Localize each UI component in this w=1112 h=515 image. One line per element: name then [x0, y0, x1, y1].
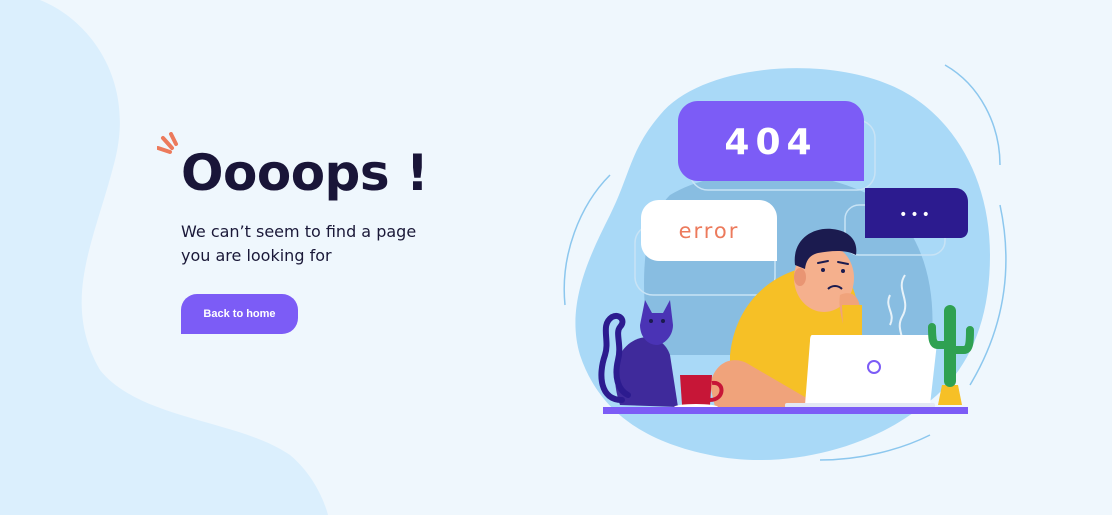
- typing-bubble-text: •••: [899, 207, 933, 223]
- typing-bubble: •••: [865, 188, 968, 238]
- code-bubble-text: 404: [724, 122, 817, 163]
- page-title: Oooops !: [181, 144, 429, 202]
- error-message: We can’t seem to find a page you are loo…: [181, 222, 417, 265]
- code-bubble: 404: [678, 101, 864, 181]
- hero-section: Oooops ! We can’t seem to find a page yo…: [157, 132, 511, 334]
- error-bubble: error: [641, 200, 777, 261]
- error-illustration: 404 error •••: [563, 64, 1007, 461]
- burst-icon: [157, 132, 178, 154]
- headline-wrap: Oooops !: [157, 132, 511, 202]
- error-bubble-text: error: [679, 219, 740, 243]
- back-to-home-button[interactable]: Back to home: [181, 294, 298, 334]
- desk: [603, 407, 968, 414]
